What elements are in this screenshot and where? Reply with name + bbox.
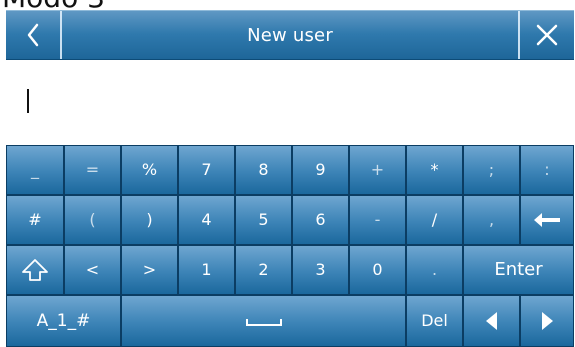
chevron-left-icon <box>25 21 41 49</box>
key-minus-label: - <box>374 210 381 229</box>
key-1[interactable]: 1 <box>178 245 235 295</box>
cursor-right-button[interactable] <box>520 295 574 347</box>
key-hash[interactable]: # <box>6 195 64 245</box>
key-9[interactable]: 9 <box>292 145 349 195</box>
backspace-arrow-icon <box>531 210 563 230</box>
key-7-label: 7 <box>201 160 212 179</box>
key-right-paren[interactable]: ) <box>121 195 178 245</box>
key-comma-label: , <box>488 210 495 229</box>
space-icon <box>243 313 285 329</box>
key-6-label: 6 <box>315 210 326 229</box>
key-equals-label: = <box>85 160 100 179</box>
key-semicolon[interactable]: ; <box>463 145 520 195</box>
key-minus[interactable]: - <box>349 195 406 245</box>
key-8[interactable]: 8 <box>235 145 292 195</box>
key-underscore[interactable]: _ <box>6 145 64 195</box>
key-9-label: 9 <box>315 160 326 179</box>
space-button[interactable] <box>121 295 406 347</box>
back-button[interactable] <box>6 11 62 59</box>
key-6[interactable]: 6 <box>292 195 349 245</box>
key-1-label: 1 <box>201 260 212 279</box>
enter-button[interactable]: Enter <box>463 245 574 295</box>
key-plus[interactable]: + <box>349 145 406 195</box>
key-8-label: 8 <box>258 160 269 179</box>
key-colon[interactable]: : <box>520 145 574 195</box>
key-7[interactable]: 7 <box>178 145 235 195</box>
keyboard-mode-label: A_1_# <box>36 310 91 331</box>
key-semicolon-label: ; <box>488 160 495 179</box>
key-plus-label: + <box>370 160 385 179</box>
key-percent-label: % <box>141 160 158 179</box>
backspace-button[interactable] <box>520 195 574 245</box>
keyboard-mode-button[interactable]: A_1_# <box>6 295 121 347</box>
key-right-paren-label: ) <box>146 210 153 229</box>
enter-button-label: Enter <box>494 259 543 280</box>
key-colon-label: : <box>544 160 550 179</box>
key-left-paren-label: ( <box>89 210 96 229</box>
key-period-label: . <box>431 260 438 279</box>
key-period[interactable]: . <box>406 245 463 295</box>
key-less-than-label: < <box>85 260 100 279</box>
key-2-label: 2 <box>258 260 269 279</box>
text-input-area[interactable] <box>6 60 574 145</box>
key-left-paren[interactable]: ( <box>64 195 121 245</box>
key-0-label: 0 <box>372 260 383 279</box>
key-0[interactable]: 0 <box>349 245 406 295</box>
shift-arrow-icon <box>19 256 51 284</box>
close-icon <box>534 22 560 48</box>
delete-button-label: Del <box>421 311 448 330</box>
cursor-right-icon <box>537 309 557 333</box>
key-percent[interactable]: % <box>121 145 178 195</box>
key-4[interactable]: 4 <box>178 195 235 245</box>
cursor-left-button[interactable] <box>463 295 520 347</box>
title-bar: New user <box>6 10 574 60</box>
shift-button[interactable] <box>6 245 64 295</box>
key-2[interactable]: 2 <box>235 245 292 295</box>
page-title: New user <box>247 24 333 46</box>
key-comma[interactable]: , <box>463 195 520 245</box>
key-asterisk-label: * <box>430 160 439 179</box>
key-slash-label: / <box>431 210 438 229</box>
key-underscore-label: _ <box>31 160 39 179</box>
key-equals[interactable]: = <box>64 145 121 195</box>
key-3[interactable]: 3 <box>292 245 349 295</box>
close-button[interactable] <box>518 11 574 59</box>
key-slash[interactable]: / <box>406 195 463 245</box>
key-5[interactable]: 5 <box>235 195 292 245</box>
key-asterisk[interactable]: * <box>406 145 463 195</box>
delete-button[interactable]: Del <box>406 295 463 347</box>
key-4-label: 4 <box>201 210 212 229</box>
key-hash-label: # <box>28 210 42 229</box>
key-less-than[interactable]: < <box>64 245 121 295</box>
text-cursor <box>27 88 29 113</box>
key-3-label: 3 <box>315 260 326 279</box>
on-screen-keyboard: _ = % 7 8 9 + * ; : # ( ) 4 5 6 - / , < … <box>6 145 574 347</box>
key-greater-than[interactable]: > <box>121 245 178 295</box>
key-greater-than-label: > <box>142 260 157 279</box>
cursor-left-icon <box>482 309 502 333</box>
key-5-label: 5 <box>258 210 269 229</box>
